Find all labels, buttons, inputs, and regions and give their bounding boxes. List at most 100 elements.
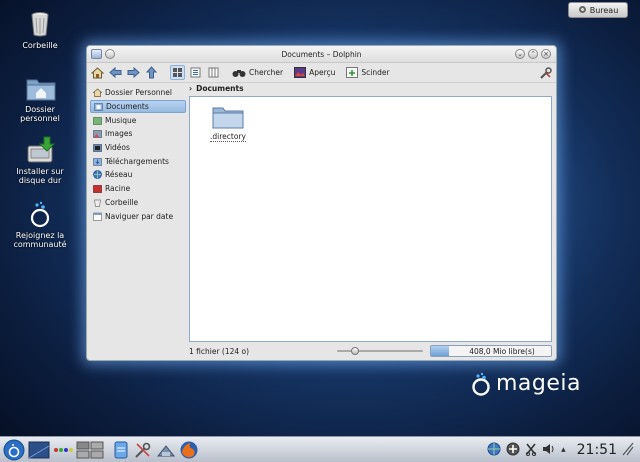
- taskbar-settings[interactable]: [133, 439, 153, 461]
- mageia-logo: mageia: [470, 371, 581, 396]
- settings-button[interactable]: [538, 65, 553, 80]
- file-view[interactable]: .directory: [189, 96, 552, 342]
- images-folder-icon: [93, 130, 102, 139]
- zoom-slider[interactable]: [337, 347, 423, 355]
- videos-folder-icon: [93, 144, 102, 152]
- details-view-icon: [190, 67, 201, 78]
- network-tray-icon[interactable]: [487, 442, 501, 458]
- window-sticky-button[interactable]: [105, 49, 115, 59]
- desktop-toolbox-icon: [578, 5, 587, 16]
- search-button[interactable]: Chercher: [232, 67, 283, 78]
- desktop-icon-home[interactable]: Dossier personnel: [8, 74, 72, 123]
- taskbar-firefox[interactable]: [179, 439, 199, 461]
- window-minimize-button[interactable]: ⌄: [515, 49, 525, 59]
- clipboard-tray-icon[interactable]: [525, 442, 537, 458]
- preview-icon: [294, 67, 307, 78]
- sidebar-item-documents[interactable]: Documents: [90, 99, 186, 114]
- split-button[interactable]: Scinder: [346, 67, 390, 78]
- forward-button[interactable]: [126, 65, 141, 80]
- taskbar-package-manager[interactable]: [156, 439, 176, 461]
- sidebar-item-label: Corbeille: [105, 197, 139, 207]
- updates-tray-icon[interactable]: [506, 442, 520, 458]
- sidebar-item-label: Vidéos: [105, 143, 130, 153]
- preview-button[interactable]: Aperçu: [294, 67, 335, 78]
- free-space-text: 408,0 Mio libre(s): [469, 347, 535, 356]
- details-view-button[interactable]: [188, 65, 203, 80]
- breadcrumb-current[interactable]: Documents: [196, 84, 243, 93]
- folder-icon: [212, 107, 244, 129]
- trash-icon: [94, 199, 101, 207]
- music-folder-icon: [93, 116, 102, 125]
- up-button[interactable]: [144, 65, 159, 80]
- desktop-icon-label: Installer sur disque dur: [16, 167, 64, 185]
- window-maximize-button[interactable]: ⌃: [528, 49, 538, 59]
- activity-button[interactable]: [53, 439, 73, 461]
- sidebar-item-root[interactable]: Racine: [90, 182, 186, 196]
- home-folder-icon: [26, 74, 56, 102]
- show-desktop-button[interactable]: [28, 439, 50, 461]
- icons-view-icon: [173, 68, 182, 77]
- zoom-slider-handle[interactable]: [351, 347, 359, 355]
- free-space-indicator: 408,0 Mio libre(s): [430, 345, 552, 357]
- columns-view-button[interactable]: [206, 65, 221, 80]
- split-view-icon: [346, 67, 359, 78]
- file-item[interactable]: .directory: [206, 105, 250, 142]
- panel-clock[interactable]: 21:51: [577, 442, 617, 458]
- sidebar-item-label: Dossier Personnel: [105, 88, 172, 98]
- window-menu-icon[interactable]: [91, 49, 102, 59]
- sidebar-item-network[interactable]: Réseau: [90, 168, 186, 182]
- breadcrumb-arrow-icon: ›: [189, 83, 193, 93]
- desktop-toolbox-button[interactable]: Bureau: [568, 2, 628, 18]
- sidebar-item-downloads[interactable]: Téléchargements: [90, 154, 186, 168]
- window-title: Documents – Dolphin: [281, 49, 362, 59]
- sidebar-item-label: Naviguer par date: [105, 211, 174, 221]
- arrow-up-icon: [145, 66, 158, 79]
- sidebar-item-home[interactable]: Dossier Personnel: [90, 86, 186, 100]
- search-label: Chercher: [249, 68, 284, 77]
- home-icon: [93, 88, 102, 98]
- desktop-icon-community[interactable]: Rejoignez la communauté: [8, 200, 72, 249]
- sidebar-item-music[interactable]: Musique: [90, 113, 186, 127]
- application-launcher[interactable]: [3, 439, 25, 461]
- documents-folder-icon: [94, 103, 103, 111]
- desktop-icon-trash[interactable]: Corbeille: [8, 10, 72, 50]
- settings-tools-icon: [135, 442, 151, 458]
- volume-tray-icon[interactable]: [542, 442, 556, 458]
- mageia-community-icon: [26, 200, 54, 228]
- pager[interactable]: [76, 439, 104, 461]
- file-name: .directory: [210, 132, 246, 142]
- sidebar-item-label: Images: [105, 129, 133, 139]
- mageia-launcher-icon: [3, 439, 25, 460]
- status-bar: 1 fichier (124 o) 408,0 Mio libre(s): [87, 342, 556, 360]
- dolphin-window[interactable]: Documents – Dolphin ⌄ ⌃ × Chercher Aperç…: [86, 45, 557, 361]
- desktop-icon-install[interactable]: Installer sur disque dur: [8, 136, 72, 185]
- main-toolbar: Chercher Aperçu Scinder: [87, 63, 556, 83]
- sidebar-item-images[interactable]: Images: [90, 127, 186, 141]
- preview-label: Aperçu: [309, 68, 336, 77]
- sidebar-item-videos[interactable]: Vidéos: [90, 141, 186, 155]
- window-titlebar[interactable]: Documents – Dolphin ⌄ ⌃ ×: [87, 46, 556, 63]
- binoculars-icon: [232, 70, 246, 77]
- places-panel: Dossier Personnel Documents Musique Imag…: [90, 86, 186, 344]
- split-label: Scinder: [361, 68, 390, 77]
- sidebar-item-label: Réseau: [105, 170, 133, 180]
- taskbar-dolphin[interactable]: [112, 439, 130, 461]
- columns-view-icon: [208, 67, 219, 78]
- mageia-logo-text: mageia: [496, 371, 582, 396]
- sidebar-item-browse-by-date[interactable]: Naviguer par date: [90, 209, 186, 223]
- window-close-button[interactable]: ×: [541, 49, 551, 59]
- downloads-folder-icon: [93, 157, 102, 166]
- home-button[interactable]: [90, 65, 105, 80]
- sidebar-item-label: Documents: [106, 102, 149, 112]
- dolphin-icon: [114, 441, 128, 458]
- sidebar-item-trash[interactable]: Corbeille: [90, 196, 186, 210]
- panel-toolbox-icon[interactable]: [622, 442, 634, 458]
- icons-view-button[interactable]: [170, 65, 185, 80]
- back-button[interactable]: [108, 65, 123, 80]
- desktop-icon-label: Rejoignez la communauté: [13, 231, 67, 249]
- pager-icon: [76, 441, 104, 458]
- tray-expand-icon[interactable]: ▴: [561, 445, 566, 455]
- breadcrumb[interactable]: › Documents: [189, 82, 244, 94]
- tools-icon: [539, 66, 552, 79]
- firefox-icon: [180, 441, 198, 458]
